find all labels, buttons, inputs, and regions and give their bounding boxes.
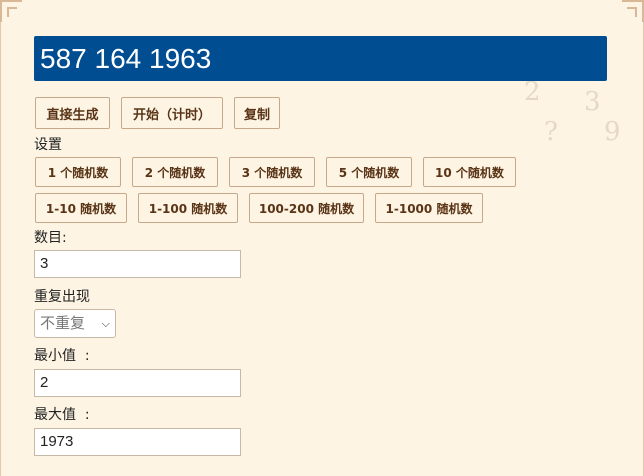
min-label: 最小值 : bbox=[34, 348, 90, 364]
corner-ornament-right bbox=[622, 0, 644, 22]
preset-5-button[interactable]: 5 个随机数 bbox=[326, 157, 412, 187]
preset-100-200-button[interactable]: 100-200 随机数 bbox=[249, 193, 364, 223]
preset-1-button[interactable]: 1 个随机数 bbox=[35, 157, 121, 187]
preset-3-button[interactable]: 3 个随机数 bbox=[229, 157, 315, 187]
preset-1-100-button[interactable]: 1-100 随机数 bbox=[138, 193, 238, 223]
chevron-down-icon: ⌵ bbox=[101, 317, 110, 330]
preset-1-1000-button[interactable]: 1-1000 随机数 bbox=[375, 193, 483, 223]
preset-1-10-button[interactable]: 1-10 随机数 bbox=[35, 193, 127, 223]
max-input[interactable]: 1973 bbox=[34, 428, 241, 456]
repeat-select-value: 不重复 bbox=[40, 314, 86, 332]
corner-ornament-left bbox=[0, 0, 22, 22]
repeat-select[interactable]: 不重复 ⌵ bbox=[34, 309, 116, 338]
repeat-label: 重复出现 bbox=[34, 289, 90, 305]
preset-2-button[interactable]: 2 个随机数 bbox=[132, 157, 218, 187]
count-input[interactable]: 3 bbox=[34, 250, 241, 278]
min-input[interactable]: 2 bbox=[34, 369, 241, 397]
preset-10-button[interactable]: 10 个随机数 bbox=[423, 157, 516, 187]
start-timer-button[interactable]: 开始（计时） bbox=[121, 97, 223, 129]
copy-button[interactable]: 复制 bbox=[234, 97, 280, 129]
count-label: 数目: bbox=[34, 230, 67, 246]
generate-button[interactable]: 直接生成 bbox=[35, 97, 110, 129]
settings-label: 设置 bbox=[34, 137, 62, 153]
result-display: 587 164 1963 bbox=[34, 36, 607, 81]
max-label: 最大值 : bbox=[34, 407, 90, 423]
